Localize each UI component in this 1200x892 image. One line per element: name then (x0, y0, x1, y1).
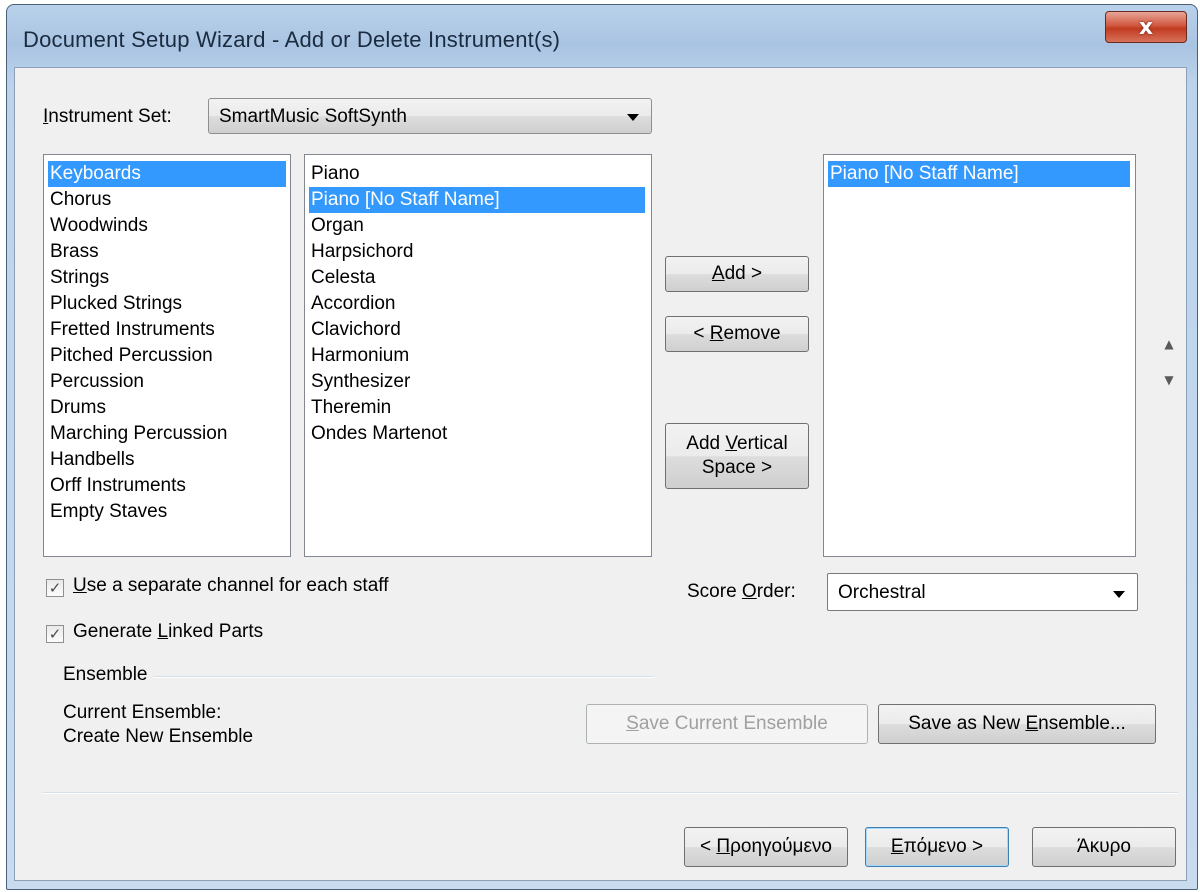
category-list[interactable]: Keyboards Chorus Woodwinds Brass Strings Pluc… (43, 154, 291, 557)
linked-parts-mnemonic: L (157, 621, 169, 642)
next-mnemonic: Ε (890, 836, 904, 857)
instrument-list[interactable]: Piano Piano [No Staff Name] Organ Harpsicho… (304, 154, 652, 557)
vspace-post: ertical (737, 433, 788, 454)
chevron-down-icon (1113, 591, 1125, 598)
list-item[interactable]: Celesta (309, 265, 645, 291)
score-order-label: Score Order: (687, 581, 796, 603)
list-item[interactable]: Drums (48, 395, 286, 421)
save-new-pre: Save as New (908, 713, 1026, 734)
list-item[interactable]: Strings (48, 265, 286, 291)
dialog-client-area: Instrument Set: SmartMusic SoftSynth Key… (14, 67, 1187, 881)
list-item[interactable]: Pitched Percussion (48, 343, 286, 369)
add-button-post: dd > (724, 263, 763, 284)
add-button-label: Add > (712, 262, 762, 286)
list-item[interactable]: Piano [No Staff Name] (309, 187, 645, 213)
back-post: ροηγούμενο (730, 836, 832, 857)
chevron-down-icon (627, 114, 639, 121)
selected-instruments-list[interactable]: Piano [No Staff Name] (823, 154, 1136, 557)
back-button[interactable]: < Προηγούμενο (684, 827, 848, 867)
ensemble-heading: Ensemble (63, 664, 148, 685)
score-order-value: Orchestral (838, 582, 926, 603)
back-mnemonic: Π (716, 836, 731, 857)
add-button[interactable]: Add > (665, 256, 809, 292)
list-item[interactable]: Piano [No Staff Name] (828, 161, 1130, 187)
remove-button-label: < Remove (693, 322, 780, 346)
score-order-mnemonic: O (741, 581, 757, 602)
close-button[interactable]: x (1105, 11, 1187, 43)
save-new-post: nsemble... (1038, 713, 1126, 734)
list-item[interactable]: Ondes Martenot (309, 421, 645, 447)
list-item[interactable]: Percussion (48, 369, 286, 395)
add-vertical-space-button[interactable]: Add Vertical Space > (665, 423, 809, 489)
list-item[interactable]: Harpsichord (309, 239, 645, 265)
linked-parts-pre: Generate (73, 621, 158, 642)
next-post: πόμενο > (903, 836, 984, 857)
separate-channel-post: se a separate channel for each staff (86, 575, 389, 596)
separate-channel-label: Use a separate channel for each staff (73, 575, 388, 597)
move-up-icon[interactable]: ▲ (1161, 334, 1177, 354)
instrument-set-label-text: nstrument Set: (48, 106, 172, 127)
list-item[interactable]: Handbells (48, 447, 286, 473)
list-item[interactable]: Piano (309, 161, 645, 187)
list-item[interactable]: Chorus (48, 187, 286, 213)
instrument-set-dropdown[interactable]: SmartMusic SoftSynth (208, 98, 652, 134)
separate-channel-mnemonic: U (73, 575, 87, 596)
remove-button-pre: < (693, 323, 710, 344)
linked-parts-post: inked Parts (168, 621, 264, 642)
linked-parts-label: Generate Linked Parts (73, 621, 263, 643)
title-bar[interactable]: Document Setup Wizard - Add or Delete In… (7, 5, 1197, 71)
list-item[interactable]: Keyboards (48, 161, 286, 187)
next-button[interactable]: Επόμενο > (865, 827, 1009, 867)
list-item[interactable]: Brass (48, 239, 286, 265)
remove-button-mnemonic: R (709, 323, 724, 344)
list-item[interactable]: Accordion (309, 291, 645, 317)
list-item[interactable]: Organ (309, 213, 645, 239)
save-as-new-ensemble-button[interactable]: Save as New Ensemble... (878, 704, 1156, 744)
list-item[interactable]: Plucked Strings (48, 291, 286, 317)
save-current-mnemonic: S (626, 713, 639, 734)
list-item[interactable]: Synthesizer (309, 369, 645, 395)
current-ensemble-label: Current Ensemble: (63, 702, 222, 723)
cancel-button[interactable]: Άκυρο (1032, 827, 1176, 867)
save-current-ensemble-button[interactable]: Save Current Ensemble (586, 704, 868, 744)
linked-parts-checkbox[interactable]: ✓ (46, 625, 64, 643)
remove-button-post: emove (723, 323, 781, 344)
save-current-ensemble-label: Save Current Ensemble (626, 712, 828, 736)
list-item[interactable]: Marching Percussion (48, 421, 286, 447)
add-vertical-space-line2: Space > (701, 457, 773, 478)
list-item[interactable]: Theremin (309, 395, 645, 421)
vspace-mnemonic: V (725, 433, 738, 454)
list-item[interactable]: Woodwinds (48, 213, 286, 239)
window-title: Document Setup Wizard - Add or Delete In… (23, 27, 561, 52)
score-order-post: rder: (756, 581, 796, 602)
list-item[interactable]: Fretted Instruments (48, 317, 286, 343)
instrument-set-value: SmartMusic SoftSynth (219, 106, 407, 127)
instrument-set-label: Instrument Set: (43, 106, 172, 128)
add-button-mnemonic: A (711, 263, 725, 284)
list-item[interactable]: Orff Instruments (48, 473, 286, 499)
separate-channel-checkbox[interactable]: ✓ (46, 579, 64, 597)
move-down-icon[interactable]: ▼ (1161, 370, 1177, 390)
footer-divider (43, 792, 1178, 794)
save-new-mnemonic: E (1025, 713, 1039, 734)
next-button-label: Επόμενο > (891, 835, 983, 859)
current-ensemble-value: Create New Ensemble (63, 726, 254, 747)
score-order-dropdown[interactable]: Orchestral (827, 573, 1138, 611)
back-pre: < (700, 836, 717, 857)
dialog-window: Document Setup Wizard - Add or Delete In… (6, 4, 1198, 890)
list-item[interactable]: Harmonium (309, 343, 645, 369)
ensemble-divider (153, 676, 653, 678)
list-item[interactable]: Clavichord (309, 317, 645, 343)
list-item[interactable]: Empty Staves (48, 499, 286, 525)
add-vertical-space-line1: Add Vertical (686, 432, 787, 456)
vspace-pre: Add (686, 433, 726, 454)
back-button-label: < Προηγούμενο (700, 835, 832, 859)
score-order-pre: Score (687, 581, 742, 602)
save-current-post: ave Current Ensemble (638, 713, 828, 734)
remove-button[interactable]: < Remove (665, 316, 809, 352)
save-as-new-ensemble-label: Save as New Ensemble... (908, 712, 1126, 736)
